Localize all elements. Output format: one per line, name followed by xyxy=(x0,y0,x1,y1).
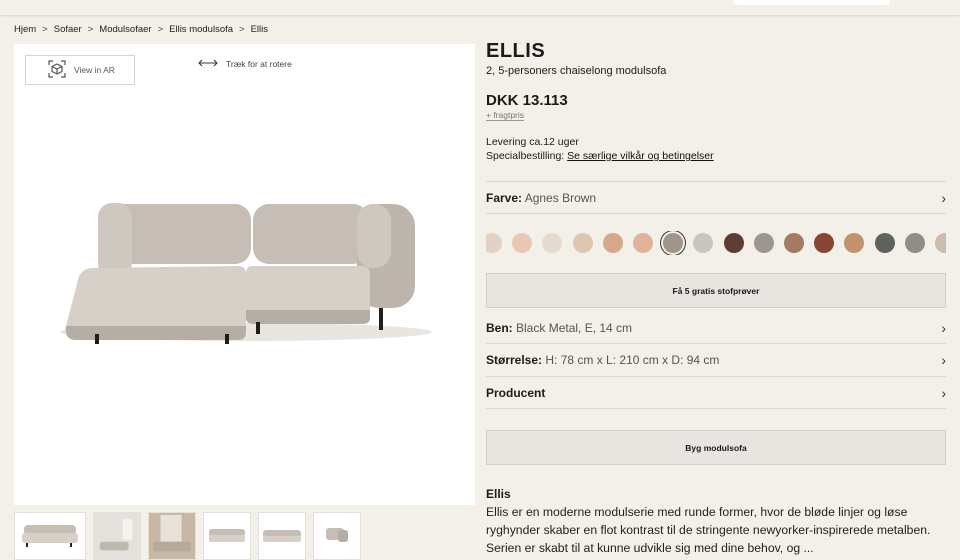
breadcrumb-sofas[interactable]: Sofaer xyxy=(54,24,82,35)
thumbnail-strip xyxy=(14,512,361,560)
freight-link[interactable]: + fragtpris xyxy=(486,110,525,122)
legs-label: Ben: xyxy=(486,320,513,335)
thumbnail-interior[interactable] xyxy=(148,512,196,560)
product-title: ELLIS xyxy=(486,40,546,62)
color-swatch[interactable] xyxy=(723,233,744,253)
breadcrumb-home[interactable]: Hjem xyxy=(14,24,36,35)
description-text: Ellis er en moderne modulserie med runde… xyxy=(486,505,931,555)
manufacturer-row[interactable]: Producent › xyxy=(486,377,946,409)
special-order-label: Specialbestilling: xyxy=(486,150,565,162)
top-navigation-bar xyxy=(0,0,960,16)
color-value: Agnes Brown xyxy=(524,190,597,205)
legs-selector-row[interactable]: Ben: Black Metal, E, 14 cm › xyxy=(486,312,946,344)
legs-label-group: Ben: Black Metal, E, 14 cm xyxy=(486,321,632,335)
breadcrumb: Hjem > Sofaer > Modulsofaer > Ellis modu… xyxy=(14,24,268,35)
product-price: DKK 13.113 xyxy=(486,92,568,109)
color-swatch[interactable] xyxy=(486,233,502,253)
thumbnail-side[interactable] xyxy=(258,512,306,560)
color-swatches xyxy=(486,231,946,255)
view-in-ar-button[interactable]: View in AR xyxy=(25,55,135,85)
color-label-group: Farve: Agnes Brown xyxy=(486,191,596,205)
delivery-info: Levering ca.12 uger Specialbestilling: S… xyxy=(486,135,714,163)
color-swatch[interactable] xyxy=(844,233,865,253)
color-selector-row[interactable]: Farve: Agnes Brown › xyxy=(486,181,946,214)
color-swatch[interactable] xyxy=(814,233,835,253)
double-arrow-icon xyxy=(198,59,218,69)
color-swatch[interactable] xyxy=(784,233,804,253)
ar-cube-icon xyxy=(48,60,66,80)
product-description: Ellis Ellis er en moderne modulserie med… xyxy=(486,487,946,557)
ar-button-label: View in AR xyxy=(74,65,115,75)
size-value: H: 78 cm x L: 210 cm x D: 94 cm xyxy=(545,353,720,367)
product-info: ELLIS 2, 5-personers chaiselong modulsof… xyxy=(486,40,946,162)
terms-link[interactable]: Se særlige vilkår og betingelser xyxy=(567,150,714,162)
color-swatch[interactable] xyxy=(663,233,684,253)
color-swatch[interactable] xyxy=(904,233,925,253)
thumbnail-front[interactable] xyxy=(14,512,86,560)
sofa-image xyxy=(60,203,432,344)
color-swatch[interactable] xyxy=(753,233,774,253)
chevron-right-icon: › xyxy=(941,189,946,206)
breadcrumb-separator: > xyxy=(239,24,245,35)
breadcrumb-separator: > xyxy=(87,24,94,35)
build-modular-sofa-button[interactable]: Byg modulsofa xyxy=(486,430,946,465)
breadcrumb-modular-sofas[interactable]: Modulsofaer xyxy=(99,24,151,35)
product-viewer[interactable]: View in AR Træk for at rotere xyxy=(14,44,475,505)
manufacturer-label-group: Producent xyxy=(486,386,545,400)
size-selector-row[interactable]: Størrelse: H: 78 cm x L: 210 cm x D: 94 … xyxy=(486,344,946,377)
description-title: Ellis xyxy=(486,487,511,501)
size-label-group: Størrelse: H: 78 cm x L: 210 cm x D: 94 … xyxy=(486,353,719,367)
color-swatch[interactable] xyxy=(602,233,623,253)
chevron-right-icon: › xyxy=(941,384,946,401)
thumbnail-room[interactable] xyxy=(93,512,141,560)
legs-value: Black Metal, E, 14 cm xyxy=(516,320,633,335)
rotate-hint-label: Træk for at rotere xyxy=(226,59,292,69)
breadcrumb-current: Ellis xyxy=(250,24,269,35)
free-samples-button[interactable]: Få 5 gratis stofprøver xyxy=(486,273,946,308)
manufacturer-label: Producent xyxy=(486,385,546,400)
color-swatch[interactable] xyxy=(874,233,895,253)
color-swatch[interactable] xyxy=(935,233,946,253)
color-swatch[interactable] xyxy=(512,233,533,253)
breadcrumb-ellis-modular[interactable]: Ellis modulsofa xyxy=(169,24,233,35)
color-swatch[interactable] xyxy=(572,233,593,253)
breadcrumb-separator: > xyxy=(42,24,48,35)
special-order: Specialbestilling: Se særlige vilkår og … xyxy=(486,149,714,163)
thumbnail-angle[interactable] xyxy=(203,512,251,560)
color-swatch[interactable] xyxy=(693,233,714,253)
chevron-right-icon: › xyxy=(941,319,946,336)
rotate-hint: Træk for at rotere xyxy=(198,59,292,69)
product-subtitle: 2, 5-personers chaiselong modulsofa xyxy=(486,65,667,77)
color-label: Farve: xyxy=(486,190,523,205)
color-swatch[interactable] xyxy=(542,233,563,253)
thumbnail-back[interactable] xyxy=(313,512,361,560)
color-swatch[interactable] xyxy=(633,233,653,253)
delivery-time: Levering ca.12 uger xyxy=(486,136,579,148)
size-label: Størrelse: xyxy=(486,353,543,367)
search-field-edge[interactable] xyxy=(733,0,890,5)
chevron-right-icon: › xyxy=(941,352,946,368)
breadcrumb-separator: > xyxy=(157,24,164,35)
